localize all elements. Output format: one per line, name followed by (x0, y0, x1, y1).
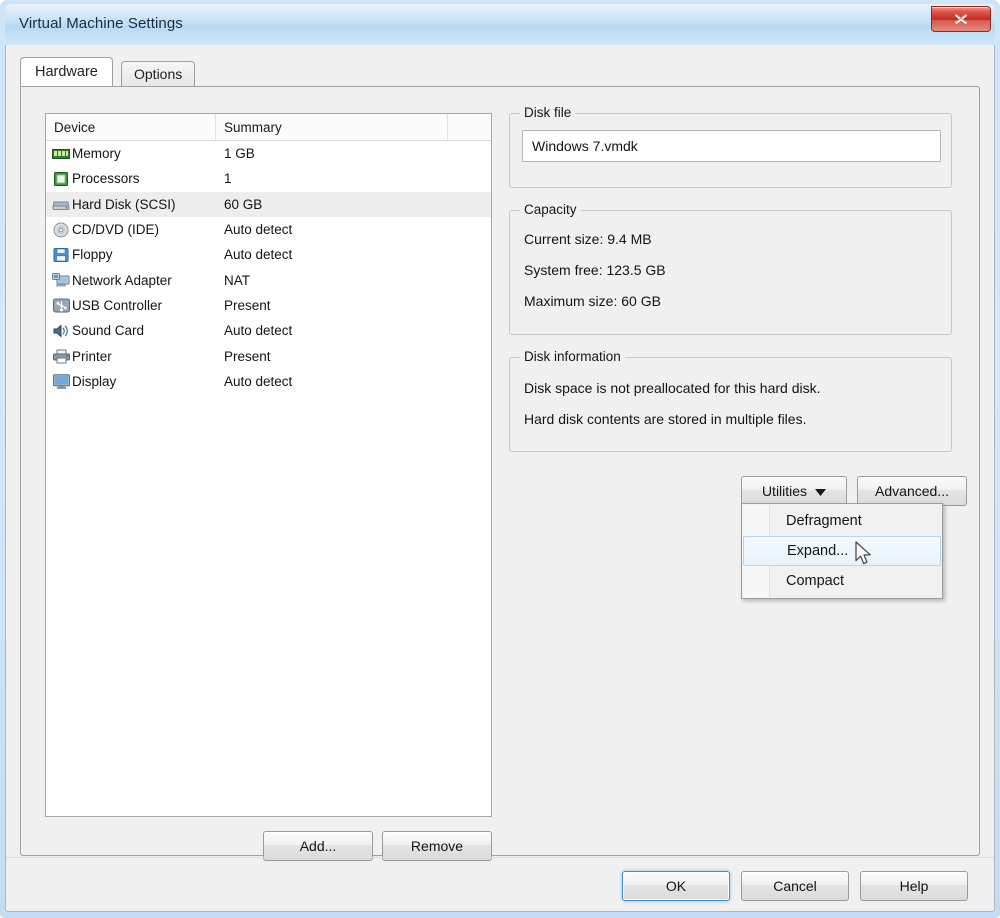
device-list-row[interactable]: Hard Disk (SCSI) 60 GB (46, 191, 491, 217)
device-summary: NAT (224, 272, 250, 288)
maximum-size-text: Maximum size: 60 GB (524, 293, 661, 309)
column-header-summary[interactable]: Summary (216, 114, 448, 141)
device-summary: Present (224, 348, 271, 364)
menu-item-compact-label: Compact (786, 573, 845, 589)
device-name: Floppy (72, 247, 113, 263)
device-list-row[interactable]: CD/DVD (IDE) Auto detect (46, 217, 491, 242)
utilities-button[interactable]: Utilities (741, 476, 847, 506)
device-name: CD/DVD (IDE) (72, 222, 159, 238)
disk-information-group-title: Disk information (520, 349, 625, 364)
add-button-label: Add... (299, 838, 337, 854)
cancel-button[interactable]: Cancel (741, 871, 849, 901)
ok-button[interactable]: OK (622, 871, 730, 901)
capacity-group-title: Capacity (520, 202, 581, 217)
column-header-device[interactable]: Device (46, 114, 216, 141)
floppy-icon (46, 247, 72, 263)
menu-item-defragment[interactable]: Defragment (742, 506, 942, 536)
tab-options[interactable]: Options (121, 61, 196, 86)
column-header-extra[interactable] (448, 114, 491, 141)
hard-disk-icon (46, 197, 72, 211)
close-button[interactable] (931, 6, 991, 32)
help-button[interactable]: Help (860, 871, 968, 901)
display-icon (46, 374, 72, 389)
device-list-row[interactable]: Printer Present (46, 343, 491, 368)
device-name: Memory (72, 146, 121, 162)
device-name: Printer (72, 348, 112, 364)
chevron-down-icon (815, 483, 827, 499)
device-list-body: Memory 1 GB Processors 1 Hard Disk (SCSI) 60 … (46, 141, 491, 394)
disk-information-group: Disk information Disk space is not preal… (509, 349, 952, 452)
system-free-text: System free: 123.5 GB (524, 262, 666, 278)
menu-item-expand-label: Expand... (787, 543, 849, 559)
cd-dvd-icon (46, 222, 72, 238)
device-list-row[interactable]: Processors 1 (46, 166, 491, 191)
device-name: Display (72, 373, 117, 389)
device-list-row[interactable]: Memory 1 GB (46, 141, 491, 166)
device-name: Hard Disk (SCSI) (72, 196, 176, 212)
device-list-row[interactable]: Floppy Auto detect (46, 242, 491, 267)
disk-file-value: Windows 7.vmdk (532, 138, 638, 154)
device-summary: Present (224, 297, 271, 313)
usb-controller-icon (46, 298, 72, 313)
processor-icon (46, 171, 72, 187)
disk-file-group: Disk file Windows 7.vmdk (509, 105, 952, 188)
device-name: Network Adapter (72, 272, 172, 288)
menu-item-defragment-label: Defragment (786, 513, 862, 529)
hardware-tab-page: Device Summary Memory 1 GB Processors 1 Hard… (20, 86, 980, 861)
printer-icon (46, 349, 72, 364)
advanced-button-label: Advanced... (875, 483, 949, 499)
tab-options-label: Options (134, 66, 183, 82)
disk-file-input[interactable]: Windows 7.vmdk (522, 130, 941, 162)
current-size-text: Current size: 9.4 MB (524, 231, 652, 247)
device-list[interactable]: Device Summary Memory 1 GB Processors 1 Hard… (45, 113, 492, 817)
device-list-row[interactable]: USB Controller Present (46, 293, 491, 318)
device-summary: 1 (224, 171, 232, 187)
utilities-dropdown-menu: Defragment Expand... Compact (741, 503, 943, 599)
utilities-button-label: Utilities (761, 483, 808, 499)
ok-button-label: OK (665, 878, 687, 894)
cancel-button-label: Cancel (773, 878, 817, 894)
help-button-label: Help (899, 878, 929, 894)
advanced-button[interactable]: Advanced... (857, 476, 967, 506)
sound-card-icon (46, 323, 72, 339)
tab-hardware-label: Hardware (35, 64, 98, 80)
window-frame: Virtual Machine Settings Hardware Option… (0, 0, 1000, 918)
device-summary: 60 GB (224, 196, 263, 212)
device-list-row[interactable]: Network Adapter NAT (46, 267, 491, 292)
tab-strip: Hardware Options (20, 57, 980, 86)
disk-info-line-2: Hard disk contents are stored in multipl… (524, 411, 807, 427)
device-summary: Auto detect (224, 222, 293, 238)
window-title: Virtual Machine Settings (19, 15, 183, 32)
disk-file-group-title: Disk file (520, 105, 576, 120)
disk-info-line-1: Disk space is not preallocated for this … (524, 380, 821, 396)
remove-button-label: Remove (410, 838, 464, 854)
window-inner: Virtual Machine Settings Hardware Option… (5, 4, 995, 912)
device-name: USB Controller (72, 297, 163, 313)
title-bar[interactable]: Virtual Machine Settings (5, 4, 995, 45)
menu-item-compact[interactable]: Compact (742, 566, 942, 596)
capacity-group: Capacity Current size: 9.4 MB System fre… (509, 202, 952, 335)
menu-item-expand[interactable]: Expand... (743, 536, 941, 566)
close-icon (955, 14, 967, 24)
device-summary: Auto detect (224, 247, 293, 263)
device-summary: Auto detect (224, 323, 293, 339)
dialog-client-area: Hardware Options Device Summary Memory 1 … (5, 45, 995, 912)
device-name: Sound Card (72, 323, 145, 339)
device-name: Processors (72, 171, 140, 187)
footer-separator (6, 857, 994, 858)
device-list-row[interactable]: Sound Card Auto detect (46, 318, 491, 343)
device-summary: 1 GB (224, 146, 255, 162)
device-summary: Auto detect (224, 373, 293, 389)
device-list-header: Device Summary (46, 114, 491, 141)
tab-hardware[interactable]: Hardware (20, 57, 113, 86)
device-list-row[interactable]: Display Auto detect (46, 369, 491, 394)
memory-icon (46, 147, 72, 161)
network-adapter-icon (46, 272, 72, 288)
